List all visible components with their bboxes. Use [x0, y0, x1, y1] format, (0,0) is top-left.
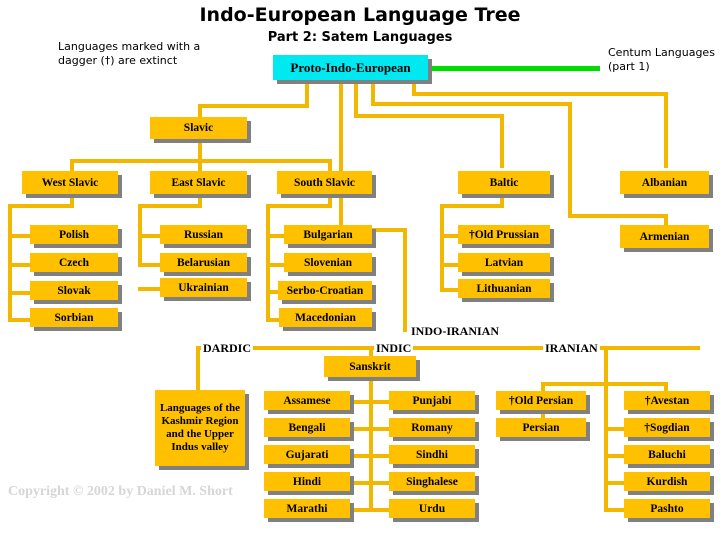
line-iranian-spine [604, 382, 608, 512]
node-latvian[interactable]: Latvian [458, 253, 550, 272]
line-stub-latvian [440, 263, 458, 267]
node-marathi[interactable]: Marathi [264, 499, 350, 518]
node-proto-indo-european[interactable]: Proto-Indo-European [273, 55, 428, 80]
line-east-slavic-drop [198, 159, 202, 171]
centum-languages-note: Centum Languages (part 1) [608, 46, 715, 73]
node-serbo-croatian[interactable]: Serbo-Croatian [278, 281, 372, 300]
diagram-canvas: Indo-European Language Tree Part 2: Sate… [0, 0, 720, 540]
line-stub-bulgarian [266, 234, 284, 238]
node-sorbian[interactable]: Sorbian [30, 308, 118, 327]
centum-link-line [428, 66, 600, 71]
node-czech[interactable]: Czech [30, 253, 118, 272]
line-stub-russian [138, 234, 160, 238]
line-baltic-turn [440, 204, 504, 208]
line-stub-oldprussian [440, 234, 458, 238]
node-sogdian[interactable]: †Sogdian [624, 418, 710, 437]
node-pashto[interactable]: Pashto [624, 499, 710, 518]
line-armenian-bus [371, 102, 572, 106]
line-albanian-bus [412, 92, 668, 96]
node-sanskrit[interactable]: Sanskrit [324, 356, 416, 377]
line-stub-slovak [8, 291, 30, 295]
line-indoiranian-children-bus [196, 346, 700, 350]
line-stub-urdu [369, 508, 391, 512]
line-pie-stem-baltic [354, 80, 358, 118]
node-persian[interactable]: Persian [496, 418, 586, 437]
line-pie-stem-indoiranian [339, 80, 343, 232]
line-sanskrit-spine [369, 377, 373, 511]
line-eastslavic-turn [138, 204, 202, 208]
node-kurdish[interactable]: Kurdish [624, 472, 710, 491]
line-stub-punjabi [369, 400, 391, 404]
caption-iranian: IRANIAN [543, 341, 600, 356]
node-west-slavic[interactable]: West Slavic [22, 171, 118, 194]
node-romany[interactable]: Romany [389, 418, 475, 437]
node-hindi[interactable]: Hindi [264, 472, 350, 491]
line-albanian-drop [664, 92, 668, 168]
line-baltic-spine [440, 204, 444, 292]
node-assamese[interactable]: Assamese [264, 391, 350, 410]
line-stub-sorbian [8, 318, 30, 322]
node-sindhi[interactable]: Sindhi [389, 445, 475, 464]
line-west-slavic-drop [70, 159, 74, 171]
node-russian[interactable]: Russian [160, 225, 247, 244]
line-pie-stem-slavic [305, 80, 309, 106]
node-avestan[interactable]: †Avestan [624, 391, 710, 410]
page-title: Indo-European Language Tree [199, 4, 521, 26]
line-westslavic-turn [8, 204, 74, 208]
line-stub-ukrainian [138, 287, 160, 291]
node-slavic[interactable]: Slavic [150, 117, 247, 139]
line-armenian-drop [568, 102, 572, 218]
line-stub-belarusian [138, 263, 160, 267]
caption-indo-iranian: INDO-IRANIAN [409, 324, 502, 339]
node-old-prussian[interactable]: †Old Prussian [458, 225, 550, 244]
line-stub-romany [369, 427, 391, 431]
node-gujarati[interactable]: Gujarati [264, 445, 350, 464]
node-old-persian[interactable]: †Old Persian [496, 391, 586, 410]
node-bulgarian[interactable]: Bulgarian [284, 225, 372, 244]
line-indic-drop [369, 346, 373, 356]
node-armenian[interactable]: Armenian [620, 225, 709, 248]
node-singhalese[interactable]: Singhalese [389, 472, 475, 491]
line-indoiranian-drop [403, 228, 407, 332]
line-baltic-drop [500, 114, 504, 168]
node-belarusian[interactable]: Belarusian [160, 253, 247, 272]
line-stub-lithuanian [440, 288, 458, 292]
node-south-slavic[interactable]: South Slavic [277, 171, 372, 194]
node-urdu[interactable]: Urdu [389, 499, 475, 518]
node-slovenian[interactable]: Slovenian [284, 253, 372, 272]
node-punjabi[interactable]: Punjabi [389, 391, 475, 410]
node-macedonian[interactable]: Macedonian [279, 308, 372, 327]
line-stub-czech [8, 263, 30, 267]
line-pie-bus-slavic [198, 104, 309, 108]
line-dardic-drop [196, 346, 200, 390]
line-iranian-drop [604, 346, 608, 384]
node-bengali[interactable]: Bengali [264, 418, 350, 437]
node-polish[interactable]: Polish [30, 225, 118, 244]
extinct-legend-note: Languages marked with a dagger (†) are e… [58, 40, 201, 67]
node-kashmir-languages[interactable]: Languages of the Kashmir Region and the … [155, 390, 245, 466]
line-stub-polish [8, 234, 30, 238]
line-southslavic-turn [266, 204, 332, 208]
node-albanian[interactable]: Albanian [620, 171, 709, 194]
node-baltic[interactable]: Baltic [458, 171, 550, 194]
node-slovak[interactable]: Slovak [30, 281, 118, 300]
line-baltic-bus [354, 114, 504, 118]
caption-dardic: DARDIC [201, 341, 253, 356]
node-east-slavic[interactable]: East Slavic [150, 171, 247, 194]
line-stub-singhalese [369, 481, 391, 485]
copyright-notice: Copyright © 2002 by Daniel M. Short [8, 484, 233, 499]
line-stub-sindhi [369, 454, 391, 458]
node-lithuanian[interactable]: Lithuanian [458, 279, 550, 298]
caption-indic: INDIC [374, 341, 414, 356]
node-baluchi[interactable]: Baluchi [624, 445, 710, 464]
node-ukrainian[interactable]: Ukrainian [160, 278, 247, 297]
line-south-slavic-drop [328, 159, 332, 171]
line-armenian-bus2 [568, 214, 668, 218]
line-stub-slovenian [266, 263, 284, 267]
